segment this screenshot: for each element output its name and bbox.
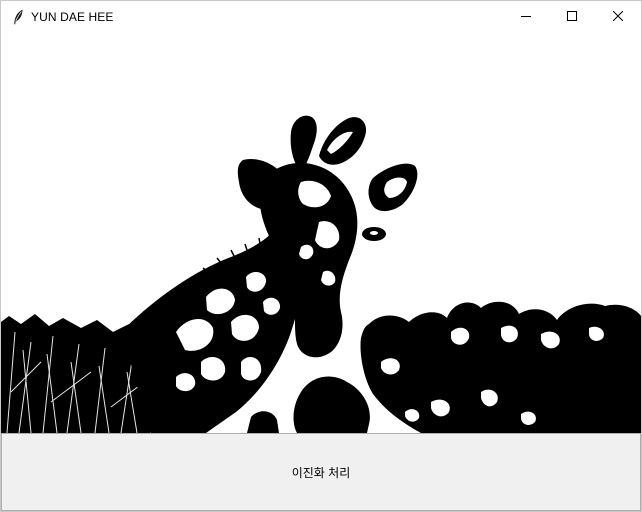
close-icon [612, 8, 624, 26]
binarize-button-label: 이진화 처리 [291, 465, 351, 480]
window-title: YUN DAE HEE [31, 9, 114, 24]
title-bar[interactable]: YUN DAE HEE [1, 1, 641, 32]
minimize-icon [521, 8, 531, 26]
image-canvas [1, 32, 641, 433]
window-controls [503, 1, 641, 32]
close-button[interactable] [595, 1, 641, 32]
feather-icon [11, 9, 25, 25]
app-window: YUN DAE HEE 이진화 처리 [0, 0, 642, 512]
maximize-icon [567, 8, 577, 26]
binarized-image [1, 32, 641, 433]
binarize-button[interactable]: 이진화 처리 [1, 433, 641, 511]
maximize-button[interactable] [549, 1, 595, 32]
minimize-button[interactable] [503, 1, 549, 32]
